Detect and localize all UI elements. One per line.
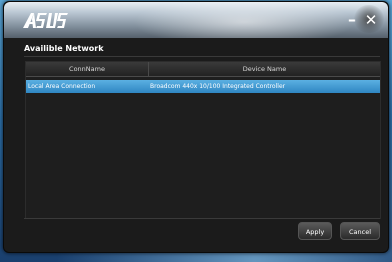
asus-logo	[23, 13, 68, 28]
section-divider	[24, 56, 380, 57]
asus-network-dialog: – ✕ Availible Network ConnName Device Na…	[3, 1, 389, 253]
column-header-device-name[interactable]: Device Name	[149, 62, 380, 76]
close-button[interactable]: ✕	[361, 10, 381, 30]
section-title: Availible Network	[24, 44, 104, 53]
apply-button[interactable]: Apply	[298, 222, 332, 240]
close-icon: ✕	[364, 11, 378, 29]
network-table[interactable]: ConnName Device Name Local Area Connecti…	[25, 61, 381, 219]
cancel-button[interactable]: Cancel	[340, 222, 380, 240]
footer-divider	[24, 218, 380, 219]
table-row[interactable]: Local Area Connection Broadcom 440x 10/1…	[26, 80, 380, 93]
cell-device-name: Broadcom 440x 10/100 Integrated Controll…	[150, 83, 286, 90]
title-bar[interactable]: – ✕	[4, 2, 388, 38]
title-bar-decoration	[114, 2, 374, 38]
table-header: ConnName Device Name	[26, 62, 380, 77]
column-header-connname[interactable]: ConnName	[26, 62, 149, 76]
cell-conn-name: Local Area Connection	[28, 83, 96, 90]
